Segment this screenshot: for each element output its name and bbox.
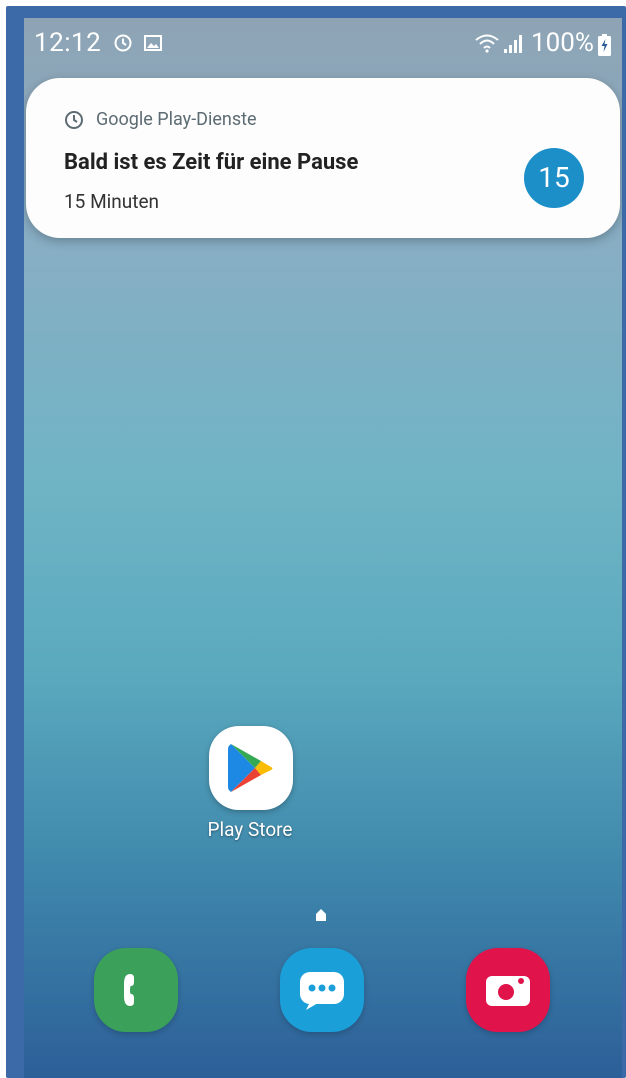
wifi-icon [475, 34, 499, 53]
notification-card[interactable]: Google Play-Dienste Bald ist es Zeit für… [26, 78, 620, 238]
messages-icon [300, 972, 344, 1010]
notification-text: 15 Minuten [64, 190, 160, 213]
camera-icon [486, 976, 530, 1006]
phone-icon [124, 974, 134, 1006]
app-play-store[interactable]: Play Store [200, 726, 300, 856]
device-frame: 12:12 100% Google Play-Dienste Bald ist … [6, 6, 626, 1078]
notification-title: Bald ist es Zeit für eine Pause [64, 150, 359, 175]
battery-percentage: 100% [531, 28, 594, 58]
alarm-icon [114, 34, 132, 52]
play-store-icon[interactable] [209, 726, 293, 810]
clock-icon [65, 111, 83, 129]
messages-app[interactable] [280, 948, 364, 1032]
gallery-icon [144, 35, 162, 51]
app-label: Play Store [207, 818, 293, 841]
notification-app-name: Google Play-Dienste [96, 109, 257, 130]
notification-count-badge: 15 [524, 148, 584, 208]
phone-app[interactable] [94, 948, 178, 1032]
status-time: 12:12 [34, 28, 102, 58]
home-page-indicator-icon [316, 909, 326, 921]
signal-icon [504, 35, 522, 53]
camera-app[interactable] [466, 948, 550, 1032]
home-screen: 12:12 100% Google Play-Dienste Bald ist … [24, 18, 622, 1078]
status-bar[interactable]: 12:12 100% [24, 18, 622, 66]
battery-charging-icon [598, 34, 611, 56]
